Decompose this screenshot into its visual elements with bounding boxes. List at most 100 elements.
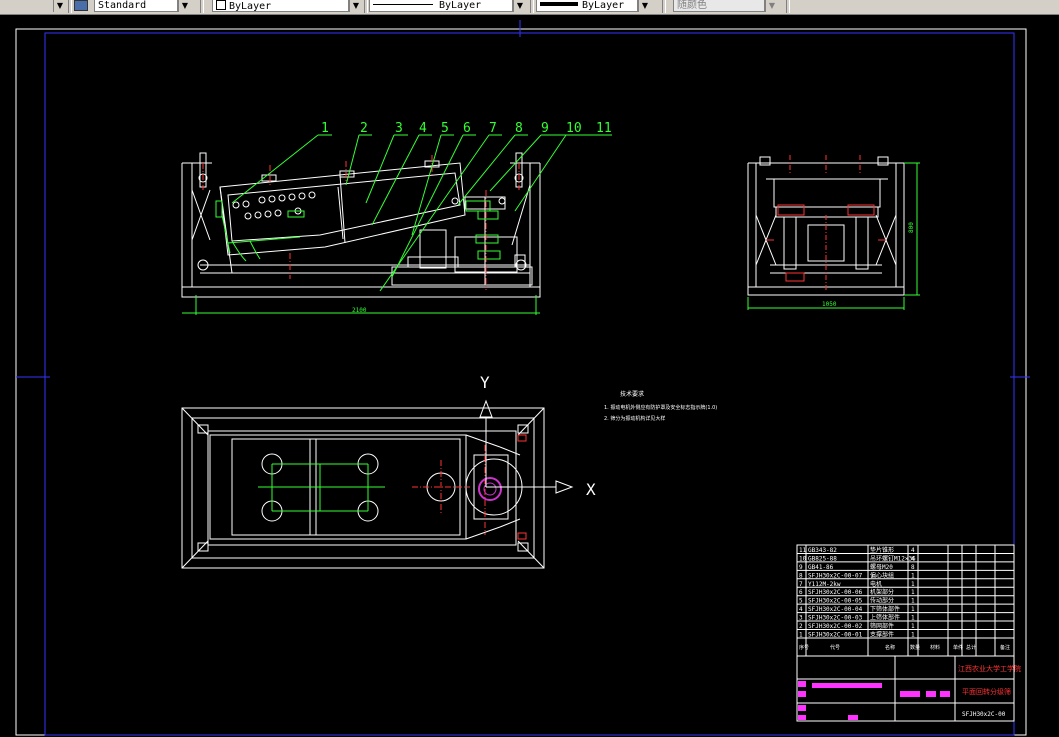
toolbar-separator: [68, 0, 72, 13]
bom-cell-code: SFJH30x2C-00-02: [808, 623, 863, 630]
callout-1: 1: [321, 121, 329, 136]
plot-style-select[interactable]: 随颜色: [673, 0, 765, 12]
toolbar-separator: [364, 0, 368, 13]
bom-cell-code: SFJH30x2C-00-07: [808, 572, 863, 579]
tech-req-title: 技术要求: [620, 390, 644, 398]
bom-header-cell: 总计: [966, 644, 976, 651]
title-drawing-name: 平面回转分级筛: [962, 687, 1011, 696]
tech-req-note-2: 2. 筛分为振动机构详见大样: [604, 415, 665, 422]
chevron-down-icon[interactable]: ▼: [638, 0, 651, 12]
bom-cell-qty: 1: [911, 623, 915, 630]
toolbar-separator: [530, 0, 534, 13]
bom-header-cell: 单件: [953, 644, 963, 651]
bom-cell-qty: 4: [911, 555, 915, 562]
callout-5: 5: [441, 121, 449, 136]
callout-labels: 1 2 3 4 5 6 7 8 9 10 11: [321, 121, 612, 136]
color-select[interactable]: ByLayer: [212, 0, 349, 12]
toolbar-separator: [786, 0, 790, 13]
callout-6: 6: [463, 121, 471, 136]
bom-cell-code: SFJH30x2C-00-03: [808, 615, 863, 622]
bom-cell-name: 传动部分: [870, 597, 894, 605]
callout-11: 11: [596, 121, 612, 136]
bom-cell-no: 2: [799, 623, 803, 630]
bom-cell-code: GB41-86: [808, 564, 834, 571]
bom-cell-no: 7: [799, 581, 803, 588]
bom-cell-name: 支撑部件: [870, 630, 894, 638]
chevron-down-icon[interactable]: ▼: [349, 0, 362, 12]
axis-x-label: X: [586, 480, 596, 499]
properties-toolbar: ▼ Standard ▼ ByLayer ▼ ByLayer ▼ ByLayer…: [0, 0, 1059, 15]
axis-y-label: Y: [480, 373, 490, 392]
dim-side-height: 800: [908, 222, 915, 233]
callout-10: 10: [566, 121, 582, 136]
linetype-select[interactable]: ByLayer: [369, 0, 513, 12]
text-style-select[interactable]: Standard: [94, 0, 178, 12]
bom-cell-name: 螺母M20: [870, 563, 893, 571]
bom-cell-code: GB825-88: [808, 555, 837, 562]
bom-cell-name: 吊环螺钉M12×36: [870, 554, 916, 562]
text-style-icon[interactable]: [74, 0, 88, 11]
bom-cell-no: 6: [799, 589, 803, 596]
bom-header-cell: 序号: [799, 644, 809, 651]
top-view-green-centerlines: [258, 463, 385, 512]
bom-cell-no: 8: [799, 572, 803, 579]
tech-req-note-1: 1. 振动电机外侧应有防护罩及安全标志指示牌(1.0): [604, 404, 717, 411]
drawing-canvas[interactable]: 2100 1 2 3 4 5 6 7 8 9 10 11 1050 800 Y …: [0, 15, 1059, 737]
callout-9: 9: [541, 121, 549, 136]
bom-cell-no: 9: [799, 564, 803, 571]
bom-cell-no: 1: [799, 631, 803, 638]
linetype-select-label: ByLayer: [439, 0, 482, 11]
bom-cell-no: 10: [799, 555, 807, 562]
dim-front-length: 2100: [352, 307, 367, 314]
bom-header-cell: 备注: [1000, 644, 1010, 651]
title-drawing-number: SFJH30x2C-00: [962, 711, 1006, 718]
bom-cell-name: 垫片锥形: [870, 546, 894, 554]
color-select-label: ByLayer: [229, 1, 272, 12]
lineweight-preview: [540, 2, 578, 6]
callout-3: 3: [395, 121, 403, 136]
bom-cell-code: Y112M-2kw: [808, 581, 841, 588]
color-swatch: [216, 0, 226, 10]
bom-cell-qty: 8: [911, 564, 915, 571]
chevron-down-icon[interactable]: ▼: [765, 0, 778, 12]
bom-cell-code: SFJH30x2C-00-06: [808, 589, 863, 596]
chevron-down-icon[interactable]: ▼: [513, 0, 526, 12]
bom-header-cell: 材料: [930, 644, 940, 651]
bom-cell-name: 上筛体部件: [870, 614, 900, 622]
bom-cell-qty: 1: [911, 598, 915, 605]
bom-cell-no: 3: [799, 615, 803, 622]
callout-8: 8: [515, 121, 523, 136]
bom-cell-code: SFJH30x2C-00-05: [808, 598, 863, 605]
bom-header-cell: 名称: [885, 644, 895, 651]
callout-7: 7: [489, 121, 497, 136]
bom-cell-code: SFJH30x2C-00-01: [808, 631, 863, 638]
bom-cell-name: 机架部分: [870, 588, 894, 596]
bom-cell-qty: 1: [911, 631, 915, 638]
bom-cell-qty: 1: [911, 606, 915, 613]
bom-cell-code: SFJH30x2C-00-04: [808, 606, 863, 613]
title-school: 江西农业大学工学院: [958, 664, 1021, 673]
chevron-down-icon[interactable]: ▼: [178, 0, 191, 12]
bom-cell-qty: 1: [911, 581, 915, 588]
bom-cell-no: 5: [799, 598, 803, 605]
bom-header-cell: 数量: [910, 644, 920, 651]
toolbar-separator: [200, 0, 204, 13]
bom-table: 11 GB343-82 垫片锥形 410 GB825-88 吊环螺钉M12×3649 GB4…: [797, 546, 1014, 651]
bom-cell-name: 下筛体部件: [870, 605, 900, 613]
front-view-screen-holes: [232, 191, 316, 220]
lineweight-select-label: ByLayer: [582, 0, 625, 11]
bom-cell-no: 4: [799, 606, 803, 613]
lineweight-select[interactable]: ByLayer: [536, 0, 638, 12]
top-view-gear-ring: [478, 477, 502, 501]
linetype-preview: [373, 4, 433, 5]
bom-cell-code: GB343-82: [808, 547, 837, 554]
front-view-red-centerlines: [202, 155, 520, 290]
bom-cell-name: 筛网部件: [870, 622, 894, 630]
bom-cell-name: 电机: [870, 580, 882, 588]
chevron-down-icon[interactable]: ▼: [53, 0, 66, 12]
toolbar-separator: [662, 0, 666, 13]
bom-cell-qty: 1: [911, 589, 915, 596]
title-block-sign-fields: [798, 681, 950, 720]
top-view: [181, 407, 545, 569]
callout-2: 2: [360, 121, 368, 136]
